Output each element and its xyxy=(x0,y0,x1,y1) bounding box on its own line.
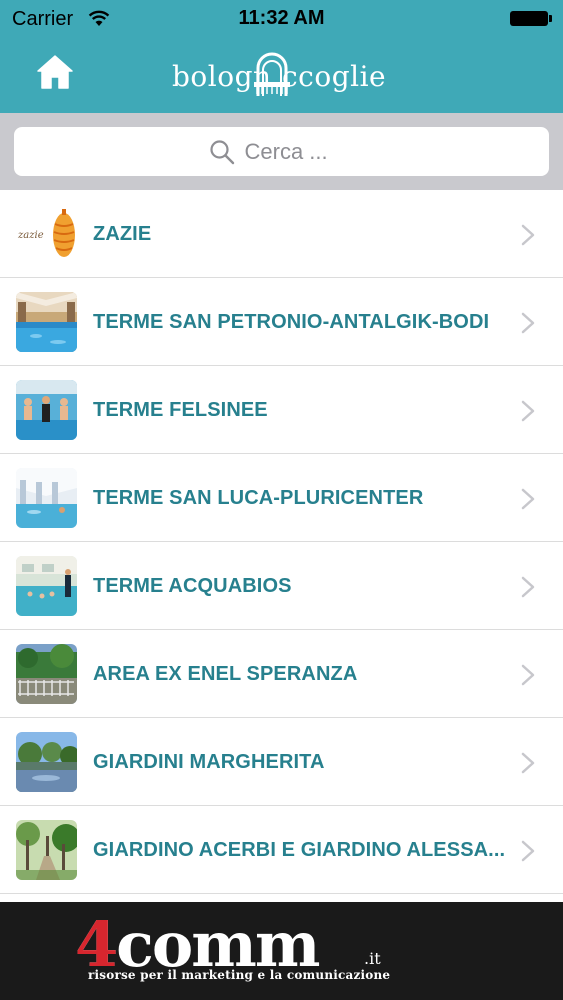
list-item-label: TERME ACQUABIOS xyxy=(93,575,292,597)
pool-people-thumbnail xyxy=(16,380,77,440)
chevron-right-icon xyxy=(521,224,535,246)
list-item-label: TERME SAN PETRONIO-ANTALGIK-BODI xyxy=(93,311,490,333)
list-item[interactable]: AREA EX ENEL SPERANZA xyxy=(0,630,563,718)
svg-text:zazie: zazie xyxy=(17,230,44,241)
chevron-right-icon xyxy=(521,400,535,422)
chevron-right-icon xyxy=(521,576,535,598)
indoor-pool-thumbnail xyxy=(16,292,77,352)
list-item-label: GIARDINO ACERBI E GIARDINO ALESSA... xyxy=(93,839,506,861)
park-fence-thumbnail xyxy=(16,644,77,704)
nav-bar: bologn ccoglie xyxy=(0,38,563,113)
zazie-logo-thumbnail: zazie xyxy=(16,204,77,264)
list-item[interactable]: TERME SAN LUCA-PLURICENTER xyxy=(0,454,563,542)
list-item[interactable]: TERME ACQUABIOS xyxy=(0,542,563,630)
pool-hall-thumbnail xyxy=(16,468,77,528)
list-item[interactable]: TERME SAN PETRONIO-ANTALGIK-BODI xyxy=(0,278,563,366)
chevron-right-icon xyxy=(521,488,535,510)
logo-text-right: ccoglie xyxy=(282,60,387,93)
list-item-label: TERME FELSINEE xyxy=(93,399,268,421)
list-item-label: ZAZIE xyxy=(93,223,152,245)
search-bar-area xyxy=(0,113,563,190)
list-item[interactable]: GIARDINI MARGHERITA xyxy=(0,718,563,806)
banner-tagline: risorse per il marketing e la comunicazi… xyxy=(88,968,391,982)
list-item-label: GIARDINI MARGHERITA xyxy=(93,751,325,773)
lake-trees-thumbnail xyxy=(16,732,77,792)
chevron-right-icon xyxy=(521,840,535,862)
search-input[interactable] xyxy=(244,138,355,165)
home-icon[interactable] xyxy=(35,52,75,92)
list-item[interactable]: GIARDINO ACERBI E GIARDINO ALESSA... xyxy=(0,806,563,894)
top-bar: Carrier 11:32 AM bologn ccoglie xyxy=(0,0,563,113)
brand-four-overlay: 4 xyxy=(75,910,116,976)
brand-suffix-text: .it xyxy=(364,949,381,968)
app-logo: bologn ccoglie xyxy=(170,48,395,100)
status-time: 11:32 AM xyxy=(238,7,325,29)
ad-banner[interactable]: 4comm 4 .it risorse per il marketing e l… xyxy=(0,902,563,1000)
places-list: zazie ZAZIE TERME SAN PETRONIO-ANTALGIK-… xyxy=(0,190,563,900)
list-item-label: AREA EX ENEL SPERANZA xyxy=(93,663,358,685)
battery-icon xyxy=(510,11,548,26)
status-bar: Carrier 11:32 AM xyxy=(0,0,563,38)
garden-path-thumbnail xyxy=(16,820,77,880)
aqua-class-thumbnail xyxy=(16,556,77,616)
search-box[interactable] xyxy=(14,127,549,176)
chevron-right-icon xyxy=(521,312,535,334)
list-item[interactable]: zazie ZAZIE xyxy=(0,190,563,278)
chevron-right-icon xyxy=(521,752,535,774)
brand-logo: 4comm 4 .it xyxy=(75,910,381,976)
list-item[interactable]: TERME FELSINEE xyxy=(0,366,563,454)
chevron-right-icon xyxy=(521,664,535,686)
search-icon xyxy=(209,139,234,164)
list-item-label: TERME SAN LUCA-PLURICENTER xyxy=(93,487,424,509)
battery-tip xyxy=(549,15,552,22)
